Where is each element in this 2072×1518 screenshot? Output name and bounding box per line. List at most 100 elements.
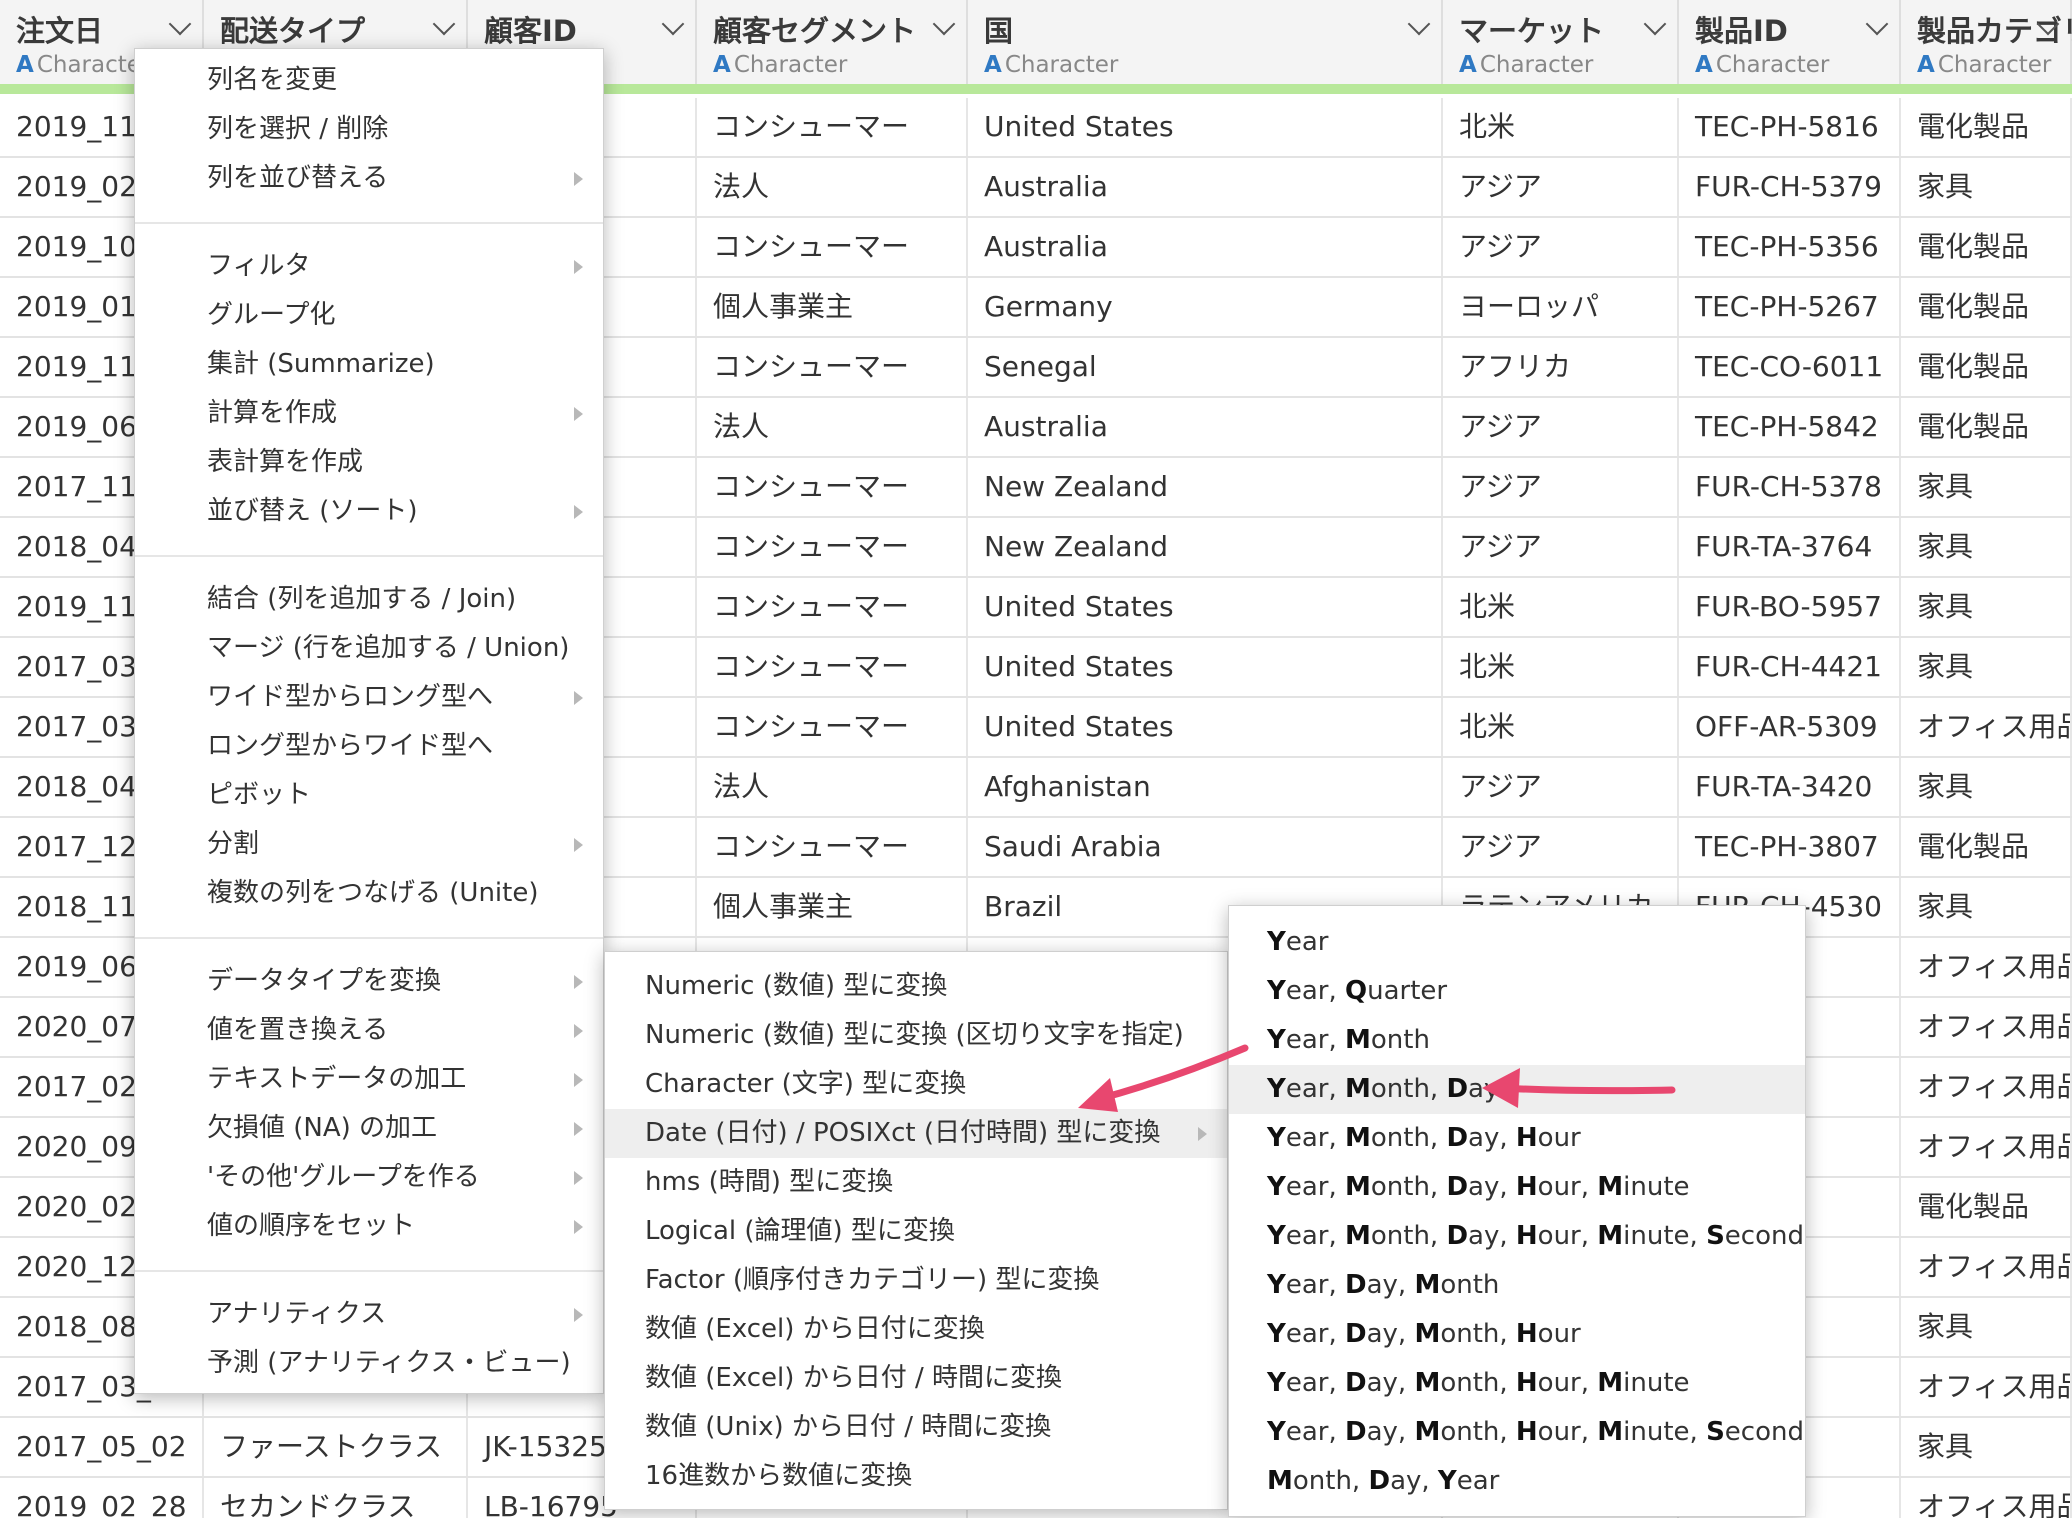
menu-item[interactable]: Numeric (数値) 型に変換 [605, 962, 1227, 1011]
column-header[interactable]: 顧客セグメント A Character [697, 0, 968, 84]
menu-item[interactable]: Date (日付) / POSIXct (日付時間) 型に変換 [605, 1109, 1227, 1158]
menu-item-label: Factor (順序付きカテゴリー) 型に変換 [645, 1265, 1100, 1295]
table-cell: アジア [1443, 158, 1679, 216]
menu-item[interactable]: Character (文字) 型に変換 [605, 1060, 1227, 1109]
menu-item[interactable]: 並び替え (ソート) [135, 487, 603, 536]
menu-item[interactable]: ロング型からワイド型へ [135, 722, 603, 771]
chevron-down-icon[interactable] [432, 12, 456, 36]
menu-item[interactable]: グループ化 [135, 291, 603, 340]
menu-item-label: Year, Quarter [1267, 976, 1448, 1006]
column-name: 顧客ID [484, 14, 577, 48]
chevron-down-icon[interactable] [932, 12, 956, 36]
menu-item[interactable]: Year, Month, Day, Hour, Minute, Second [1229, 1212, 1805, 1261]
menu-item[interactable]: 列を並び替える [135, 154, 603, 203]
menu-item[interactable]: データタイプを変換 [135, 957, 603, 1006]
chevron-down-icon[interactable] [661, 12, 685, 36]
menu-item-label: 分割 [207, 829, 260, 859]
column-header[interactable]: 製品カテゴリACharacter [1901, 0, 2072, 84]
table-cell: 2017_05_02 [0, 1418, 204, 1476]
menu-item[interactable]: 計算を作成 [135, 389, 603, 438]
menu-item[interactable]: 値の順序をセット [135, 1202, 603, 1251]
table-cell: FUR-BO-5957 [1679, 578, 1901, 636]
chevron-right-icon [574, 1122, 583, 1136]
column-header[interactable]: 製品ID A Character [1679, 0, 1901, 84]
table-cell: New Zealand [968, 458, 1443, 516]
menu-item-label: Numeric (数値) 型に変換 (区切り文字を指定) [645, 1020, 1184, 1050]
table-cell: コンシューマー [697, 338, 968, 396]
table-cell: 家具 [1901, 1298, 2072, 1356]
menu-item[interactable]: ピボット [135, 771, 603, 820]
chevron-down-icon[interactable] [1643, 12, 1667, 36]
menu-item[interactable]: Year [1229, 918, 1805, 967]
menu-item[interactable]: アナリティクス [135, 1290, 603, 1339]
menu-item[interactable]: ワイド型からロング型へ [135, 673, 603, 722]
menu-item[interactable]: テキストデータの加工 [135, 1055, 603, 1104]
menu-item[interactable]: Year, Month, Day [1229, 1065, 1805, 1114]
menu-item[interactable]: フィルタ [135, 242, 603, 291]
menu-item[interactable]: Numeric (数値) 型に変換 (区切り文字を指定) [605, 1011, 1227, 1060]
menu-item[interactable]: Year, Month, Day, Hour, Minute [1229, 1163, 1805, 1212]
menu-item-label: ピボット [207, 780, 312, 810]
table-cell: オフィス用品 [1901, 1478, 2072, 1518]
menu-item[interactable]: Year, Month [1229, 1016, 1805, 1065]
menu-item-label: 複数の列をつなげる (Unite) [207, 878, 539, 908]
menu-item[interactable]: 集計 (Summarize) [135, 340, 603, 389]
table-cell: 家具 [1901, 578, 2072, 636]
column-header[interactable]: 国 A Character [968, 0, 1443, 84]
table-cell: TEC-CO-6011 [1679, 338, 1901, 396]
chevron-down-icon[interactable] [168, 12, 192, 36]
menu-item[interactable]: Year, Day, Month, Hour, Minute, Second [1229, 1408, 1805, 1457]
table-cell: 個人事業主 [697, 878, 968, 936]
chevron-down-icon[interactable] [1865, 12, 1889, 36]
menu-item[interactable]: Year, Quarter [1229, 967, 1805, 1016]
menu-item-label: 列名を変更 [207, 65, 338, 95]
menu-item[interactable]: Year, Day, Month, Hour, Minute [1229, 1359, 1805, 1408]
menu-item[interactable]: 数値 (Excel) から日付に変換 [605, 1305, 1227, 1354]
table-cell: オフィス用品 [1901, 1058, 2072, 1116]
menu-item[interactable]: 数値 (Unix) から日付 / 時間に変換 [605, 1403, 1227, 1452]
menu-item[interactable]: 表計算を作成 [135, 438, 603, 487]
menu-item-label: フィルタ [207, 251, 311, 281]
table-cell: 家具 [1901, 518, 2072, 576]
menu-item[interactable]: Logical (論理値) 型に変換 [605, 1207, 1227, 1256]
table-cell: United States [968, 638, 1443, 696]
column-type: A Character [713, 52, 847, 78]
menu-item[interactable]: 'その他'グループを作る [135, 1153, 603, 1202]
menu-item[interactable]: Year, Day, Month, Hour [1229, 1310, 1805, 1359]
menu-item[interactable]: Year, Month, Day, Hour [1229, 1114, 1805, 1163]
menu-item[interactable]: マージ (行を追加する / Union) [135, 624, 603, 673]
menu-item-label: Month, Day, Year [1267, 1466, 1500, 1496]
menu-item-label: Year, Month, Day, Hour [1267, 1123, 1581, 1153]
table-cell: 電化製品 [1901, 218, 2072, 276]
menu-item[interactable]: 予測 (アナリティクス・ビュー) [135, 1339, 603, 1388]
menu-item[interactable]: 値を置き換える [135, 1006, 603, 1055]
menu-item[interactable]: 複数の列をつなげる (Unite) [135, 869, 603, 918]
menu-item-label: Year, Month, Day, Hour, Minute, Second [1267, 1221, 1804, 1251]
menu-item[interactable]: 列名を変更 [135, 56, 603, 105]
column-header[interactable]: マーケット A Character [1443, 0, 1679, 84]
chevron-right-icon [574, 1308, 583, 1322]
menu-item[interactable]: Year, Day, Month [1229, 1261, 1805, 1310]
menu-item-label: ワイド型からロング型へ [207, 682, 494, 712]
table-cell: TEC-PH-5816 [1679, 98, 1901, 156]
menu-separator [135, 221, 603, 224]
table-cell: Australia [968, 398, 1443, 456]
table-cell: TEC-PH-5267 [1679, 278, 1901, 336]
menu-item[interactable]: 欠損値 (NA) の加工 [135, 1104, 603, 1153]
menu-item[interactable]: 結合 (列を追加する / Join) [135, 575, 603, 624]
menu-item[interactable]: Factor (順序付きカテゴリー) 型に変換 [605, 1256, 1227, 1305]
menu-item[interactable]: 16進数から数値に変換 [605, 1452, 1227, 1501]
menu-item[interactable]: 数値 (Excel) から日付 / 時間に変換 [605, 1354, 1227, 1403]
table-cell: FUR-CH-4421 [1679, 638, 1901, 696]
menu-item[interactable]: hms (時間) 型に変換 [605, 1158, 1227, 1207]
menu-item[interactable]: Month, Day, Year [1229, 1457, 1805, 1506]
table-cell: コンシューマー [697, 578, 968, 636]
menu-item-label: Numeric (数値) 型に変換 [645, 971, 948, 1001]
menu-item[interactable]: 列を選択 / 削除 [135, 105, 603, 154]
table-cell: アジア [1443, 818, 1679, 876]
table-cell: 法人 [697, 158, 968, 216]
chevron-down-icon[interactable] [1407, 12, 1431, 36]
column-context-menu: 列名を変更列を選択 / 削除 列を並び替えるフィルタグループ化 集計 (Summar… [134, 48, 604, 1394]
table-cell: Senegal [968, 338, 1443, 396]
menu-item[interactable]: 分割 [135, 820, 603, 869]
